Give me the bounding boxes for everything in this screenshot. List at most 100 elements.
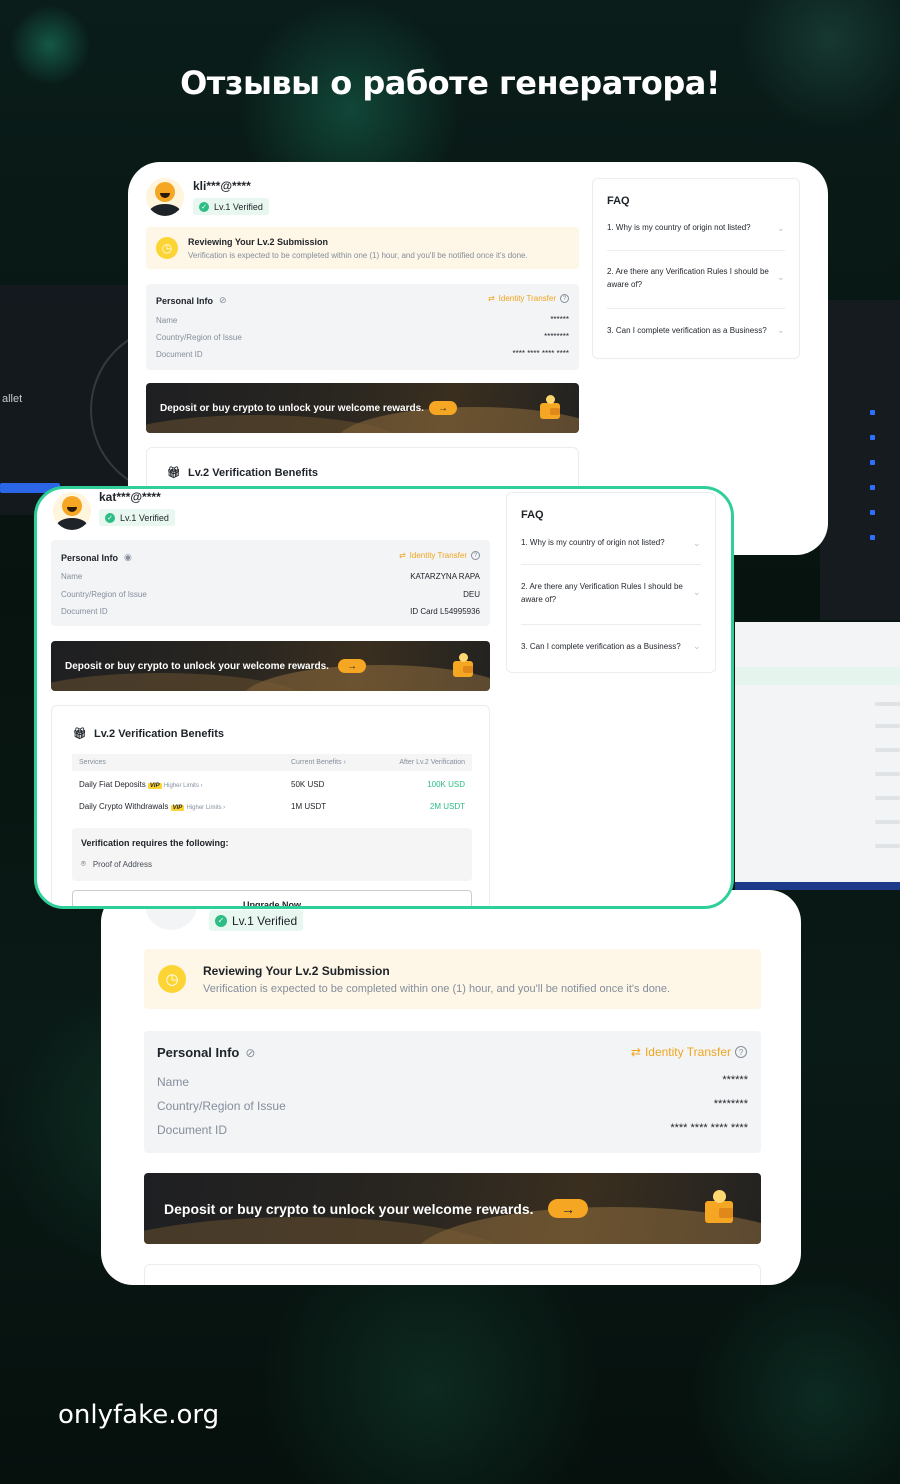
faq-item-2[interactable]: 2. Are there any Verification Rules I sh…: [521, 581, 693, 607]
badge-label: Lv.1 Verified: [214, 201, 263, 212]
promo-banner[interactable]: Deposit or buy crypto to unlock your wel…: [144, 1173, 761, 1244]
verified-badge: ✓ Lv.1 Verified: [193, 198, 269, 215]
chevron-down-icon[interactable]: ⌄: [777, 223, 785, 234]
wallet-part: [713, 1190, 726, 1203]
transfer-icon: ⇄: [487, 294, 495, 303]
background-dot: [870, 535, 875, 540]
help-icon[interactable]: ?: [735, 1046, 747, 1058]
avatar-body: [149, 204, 181, 216]
arrow-right-icon[interactable]: →: [338, 659, 366, 673]
wallet-icon: [536, 393, 566, 425]
faq-title: FAQ: [521, 509, 544, 521]
badge-label: Lv.1 Verified: [232, 913, 298, 928]
after-benefit: 100K USD: [427, 780, 465, 789]
avatar: [146, 178, 184, 216]
personal-info-title: Personal Info: [156, 295, 214, 306]
background-line: [875, 748, 900, 752]
faq-item-1[interactable]: 1. Why is my country of origin not liste…: [607, 222, 772, 235]
identity-transfer-label: Identity Transfer: [644, 1045, 731, 1059]
chevron-down-icon[interactable]: ⌄: [777, 325, 785, 336]
row-value-document: **** **** **** ****: [670, 1122, 748, 1134]
personal-info-header: Personal Info ⊘: [156, 295, 227, 306]
arrow-right-icon[interactable]: →: [548, 1199, 588, 1218]
vip-badge: VIP: [170, 805, 185, 811]
background-dot: [870, 435, 875, 440]
background-dot: [870, 510, 875, 515]
chevron-down-icon[interactable]: ⌄: [693, 538, 701, 549]
requirement-label: Proof of Address: [92, 859, 152, 869]
benefits-title: 🎁︎ Lv.2 Verification Benefits: [167, 466, 318, 480]
vip-badge: VIP: [147, 783, 162, 789]
higher-limits-link[interactable]: Higher Limits ›: [164, 783, 203, 789]
transfer-icon: ⇄: [398, 551, 406, 560]
row-label-country: Country/Region of Issue: [157, 1099, 286, 1113]
current-benefit: 50K USD: [291, 780, 325, 789]
identity-transfer-link[interactable]: ⇄ Identity Transfer ?: [399, 551, 480, 560]
help-icon[interactable]: ?: [471, 551, 480, 560]
row-value-country: ********: [713, 1098, 748, 1110]
help-icon[interactable]: ?: [560, 294, 569, 303]
faq-item-3[interactable]: 3. Can I complete verification as a Busi…: [607, 325, 782, 338]
headline: Отзывы о работе генератора!: [180, 64, 720, 102]
screenshot-card-2: kat***@**** ✓ Lv.1 Verified Personal Inf…: [34, 486, 734, 909]
row-value-country: ********: [544, 332, 569, 341]
benefits-table-header: Services Current Benefits › After Lv.2 V…: [72, 754, 472, 771]
wallet-part: [550, 408, 560, 415]
faq-item-3[interactable]: 3. Can I complete verification as a Busi…: [521, 641, 696, 654]
clock-icon: ◷: [156, 237, 178, 259]
personal-info-header: Personal Info ⊘: [157, 1045, 255, 1060]
requirement-item: ⌾ Proof of Address: [81, 859, 152, 869]
benefits-box: 🎁︎ Lv.2 Verification Benefits Services C…: [51, 705, 490, 906]
personal-info-box: Personal Info ⊘ ⇄ Identity Transfer ? Na…: [144, 1031, 761, 1153]
review-notice: ◷ Reviewing Your Lv.2 Submission Verific…: [144, 949, 761, 1009]
wallet-part: [463, 666, 473, 673]
background-right-panel: [820, 300, 900, 620]
requirements-title: Verification requires the following:: [81, 838, 229, 848]
faq-divider: [521, 624, 701, 625]
personal-info-header: Personal Info ◉: [61, 552, 132, 563]
check-icon: ✓: [199, 201, 209, 212]
row-label-document: Document ID: [156, 350, 203, 359]
row-value-document: **** **** **** ****: [512, 349, 569, 358]
row-value-name: ******: [550, 315, 569, 324]
faq-item-2[interactable]: 2. Are there any Verification Rules I sh…: [607, 266, 777, 292]
review-notice: ◷ Reviewing Your Lv.2 Submission Verific…: [146, 227, 579, 269]
benefits-row-crypto: Daily Crypto Withdrawals VIP Higher Limi…: [72, 798, 472, 818]
identity-transfer-link[interactable]: ⇄ Identity Transfer ?: [631, 1045, 747, 1059]
col-current-label: Current Benefits: [291, 759, 342, 766]
chevron-down-icon[interactable]: ⌄: [693, 641, 701, 652]
promo-banner[interactable]: Deposit or buy crypto to unlock your wel…: [146, 383, 579, 433]
row-label-document: Document ID: [157, 1123, 228, 1137]
background-table-panel: [735, 622, 900, 884]
avatar: [53, 492, 91, 530]
promo-text: Deposit or buy crypto to unlock your wel…: [164, 1201, 534, 1217]
faq-panel: FAQ 1. Why is my country of origin not l…: [592, 178, 800, 359]
wallet-part: [719, 1208, 733, 1218]
benefits-box-edge: [144, 1264, 761, 1285]
chevron-down-icon[interactable]: ⌄: [777, 272, 785, 283]
transfer-icon: ⇄: [630, 1045, 641, 1059]
faq-divider: [521, 564, 701, 565]
eye-off-icon[interactable]: ⊘: [245, 1046, 255, 1060]
requirements-box: Verification requires the following: ⌾ P…: [72, 828, 472, 881]
chevron-down-icon[interactable]: ⌄: [693, 587, 701, 598]
higher-limits-link[interactable]: Higher Limits ›: [187, 805, 226, 811]
faq-title: FAQ: [607, 195, 630, 207]
promo-banner[interactable]: Deposit or buy crypto to unlock your wel…: [51, 641, 490, 691]
promo-text: Deposit or buy crypto to unlock your wel…: [65, 661, 329, 672]
row-value-country: DEU: [463, 590, 480, 599]
identity-transfer-link[interactable]: ⇄ Identity Transfer ?: [488, 294, 569, 303]
arrow-right-icon[interactable]: →: [429, 401, 457, 415]
eye-off-icon[interactable]: ⊘: [219, 295, 227, 306]
location-pin-icon: ⌾: [81, 859, 86, 868]
eye-icon[interactable]: ◉: [124, 552, 132, 563]
clock-icon: ◷: [158, 965, 186, 993]
row-value-name: ******: [722, 1074, 748, 1086]
faq-panel: FAQ 1. Why is my country of origin not l…: [506, 492, 716, 673]
col-after: After Lv.2 Verification: [399, 759, 465, 766]
upgrade-now-button[interactable]: Upgrade Now: [72, 890, 472, 906]
faq-item-1[interactable]: 1. Why is my country of origin not liste…: [521, 537, 686, 550]
benefits-title-text: Lv.2 Verification Benefits: [187, 466, 318, 479]
row-value-name: KATARZYNA RAPA: [410, 572, 480, 581]
benefits-row-fiat: Daily Fiat Deposits VIP Higher Limits › …: [72, 776, 472, 796]
